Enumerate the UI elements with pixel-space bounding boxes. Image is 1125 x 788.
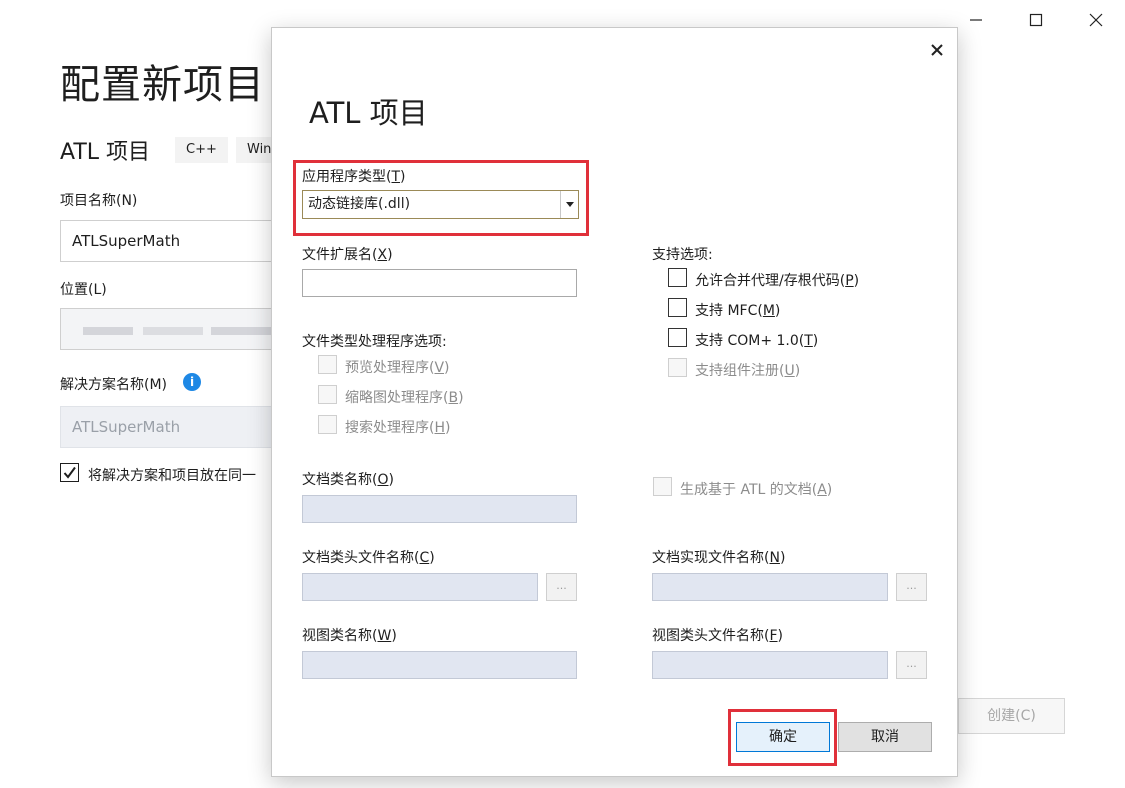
maximize-icon [1029, 13, 1043, 27]
view-header-input[interactable] [652, 651, 888, 679]
app-type-selected: 动态链接库(.dll) [308, 196, 411, 212]
file-ext-input[interactable] [302, 269, 577, 297]
component-registration-label: 支持组件注册(U) [695, 363, 801, 379]
window-close-button[interactable] [1066, 0, 1125, 40]
preview-handler-label: 预览处理程序(V) [345, 360, 450, 376]
ok-button[interactable]: 确定 [736, 722, 830, 752]
view-header-label: 视图类头文件名称(F) [652, 628, 783, 644]
solution-name-label: 解决方案名称(M) [60, 377, 168, 393]
app-type-select[interactable]: 动态链接库(.dll) [302, 190, 579, 219]
doc-header-input[interactable] [302, 573, 538, 601]
dialog-close-button[interactable] [924, 37, 950, 63]
doc-impl-label: 文档实现文件名称(N) [652, 550, 786, 566]
location-input[interactable] [60, 308, 300, 350]
close-icon [1089, 13, 1103, 27]
checkmark-icon [63, 466, 76, 479]
location-label: 位置(L) [60, 282, 107, 298]
doc-header-label: 文档类头文件名称(C) [302, 550, 435, 566]
page-title: 配置新项目 [60, 62, 265, 108]
view-header-browse-button[interactable]: ... [896, 651, 927, 679]
dropdown-arrow-icon[interactable] [560, 191, 578, 218]
doc-header-browse-button[interactable]: ... [546, 573, 577, 601]
support-mfc-checkbox[interactable] [668, 298, 687, 317]
search-handler-label: 搜索处理程序(H) [345, 420, 451, 436]
search-handler-checkbox[interactable] [318, 415, 337, 434]
doc-class-name-label: 文档类名称(O) [302, 472, 394, 488]
view-class-input[interactable] [302, 651, 577, 679]
maximize-button[interactable] [1006, 0, 1066, 40]
minimize-icon [970, 19, 982, 21]
support-mfc-label: 支持 MFC(M) [695, 303, 781, 319]
doc-class-name-input[interactable] [302, 495, 577, 523]
same-directory-label: 将解决方案和项目放在同一 [88, 468, 256, 484]
view-class-label: 视图类名称(W) [302, 628, 397, 644]
support-complus-label: 支持 COM+ 1.0(T) [695, 333, 819, 349]
thumbnail-handler-label: 缩略图处理程序(B) [345, 390, 464, 406]
create-button[interactable]: 创建(C) [958, 698, 1065, 734]
cancel-button[interactable]: 取消 [838, 722, 932, 752]
preview-handler-checkbox[interactable] [318, 355, 337, 374]
thumbnail-handler-checkbox[interactable] [318, 385, 337, 404]
project-name-label: 项目名称(N) [60, 193, 138, 209]
close-icon [931, 44, 943, 56]
handler-options-label: 文件类型处理程序选项: [302, 334, 447, 350]
doc-impl-input[interactable] [652, 573, 888, 601]
support-complus-checkbox[interactable] [668, 328, 687, 347]
doc-impl-browse-button[interactable]: ... [896, 573, 927, 601]
app-type-label: 应用程序类型(T) [302, 169, 406, 185]
tag-language: C++ [175, 137, 228, 163]
component-registration-checkbox[interactable] [668, 358, 687, 377]
template-name: ATL 项目 [60, 140, 151, 165]
project-name-input[interactable]: ATLSuperMath [60, 220, 300, 262]
atl-project-dialog: ATL 项目 应用程序类型(T) 动态链接库(.dll) 文件扩展名(X) 支持… [271, 27, 958, 777]
dialog-title: ATL 项目 [309, 96, 428, 130]
solution-name-input[interactable]: ATLSuperMath [60, 406, 300, 448]
generate-atl-doc-label: 生成基于 ATL 的文档(A) [680, 482, 833, 498]
file-ext-label: 文件扩展名(X) [302, 247, 393, 263]
generate-atl-doc-checkbox[interactable] [653, 477, 672, 496]
merge-proxy-checkbox[interactable] [668, 268, 687, 287]
same-directory-checkbox[interactable] [60, 463, 79, 482]
support-options-label: 支持选项: [652, 247, 713, 263]
info-icon[interactable]: i [183, 373, 201, 391]
merge-proxy-label: 允许合并代理/存根代码(P) [695, 273, 860, 289]
